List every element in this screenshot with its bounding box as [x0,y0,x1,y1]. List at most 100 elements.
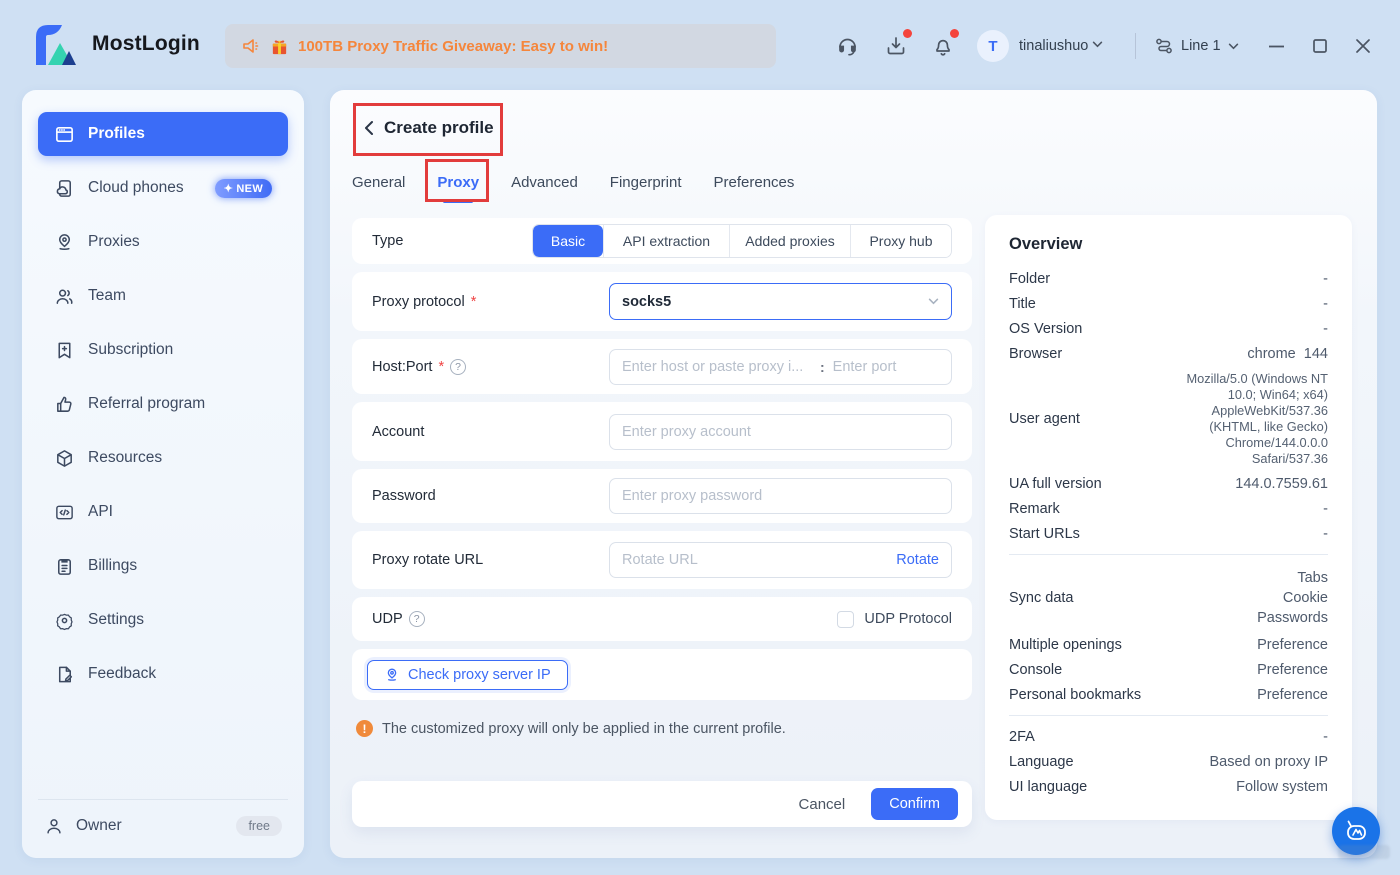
confirm-button[interactable]: Confirm [871,788,958,820]
username[interactable]: tinaliushuo [1019,38,1088,54]
title-bar: MostLogin 100TB Proxy Traffic Giveaway: … [0,0,1400,92]
rotate-action-link[interactable]: Rotate [896,552,939,568]
warning-icon: ! [356,720,373,737]
type-option-api-extraction[interactable]: API extraction [603,225,729,257]
sidebar-item-billings[interactable]: Billings [38,544,288,588]
sidebar-item-label: Cloud phones [88,179,184,197]
sidebar-item-subscription[interactable]: Subscription [38,328,288,372]
sidebar-item-label: Subscription [88,341,173,359]
speaker-icon [241,36,261,56]
line-chevron-down-icon [1228,43,1239,50]
host-port-help-icon[interactable]: ? [450,359,466,375]
sidebar-item-label: Resources [88,449,162,467]
required-asterisk: * [438,359,444,375]
close-button[interactable] [1353,36,1373,56]
host-input[interactable] [622,359,812,375]
overview-divider [1009,554,1328,555]
overview-row-multiple-openings: Multiple openings Preference [1009,632,1328,657]
sidebar-item-team[interactable]: Team [38,274,288,318]
udp-row: UDP ? UDP Protocol [352,597,972,641]
host-port-label: Host:Port * ? [372,359,466,375]
line-selector[interactable]: Line 1 [1154,36,1239,56]
mostlogin-logo [28,19,82,73]
sidebar-item-label: Billings [88,557,137,575]
promo-banner-text: 100TB Proxy Traffic Giveaway: Easy to wi… [298,38,608,55]
proxy-protocol-select[interactable]: socks5 [609,283,952,320]
form-footer: Cancel Confirm [352,781,972,827]
sidebar-item-proxies[interactable]: Proxies [38,220,288,264]
password-input[interactable] [622,488,939,504]
robot-assistant-icon [1343,818,1369,844]
rotate-url-input[interactable] [622,552,896,568]
proxy-rotate-url-row: Proxy rotate URL Rotate [352,531,972,589]
owner-person-icon [44,816,64,836]
promo-banner[interactable]: 100TB Proxy Traffic Giveaway: Easy to wi… [225,24,776,68]
type-option-basic[interactable]: Basic [533,225,603,257]
sidebar-item-cloud-phones[interactable]: Cloud phones ✦ NEW [38,166,288,210]
sidebar-item-settings[interactable]: Settings [38,598,288,642]
rotate-url-inputbox: Rotate [609,542,952,578]
proxy-type-segmented-control: Basic API extraction Added proxies Proxy… [532,224,952,258]
sidebar-footer: Owner free [38,799,288,840]
settings-gear-icon [54,610,75,631]
new-badge: ✦ NEW [215,179,272,198]
tab-advanced[interactable]: Advanced [511,168,578,205]
proxies-pin-icon [54,232,75,253]
overview-divider [1009,715,1328,716]
overview-row-start-urls: Start URLs - [1009,521,1328,546]
sidebar-item-api[interactable]: API [38,490,288,534]
support-headset-icon[interactable] [833,32,861,60]
line-selector-label: Line 1 [1181,38,1221,54]
profiles-window-icon [54,124,75,145]
sidebar-item-label: Settings [88,611,144,629]
overview-row-remark: Remark - [1009,496,1328,521]
minimize-button[interactable] [1266,36,1286,56]
udp-label: UDP ? [372,611,425,627]
proxy-protocol-value: socks5 [622,294,671,310]
sidebar-item-referral-program[interactable]: Referral program [38,382,288,426]
check-proxy-row: Check proxy server IP [352,649,972,700]
overview-row-sync-data: Sync data Tabs Cookie Passwords [1009,563,1328,632]
owner-label: Owner [76,817,122,835]
sidebar: Profiles Cloud phones ✦ NEW Proxies Team [22,90,304,858]
type-option-proxy-hub[interactable]: Proxy hub [850,225,951,257]
tab-proxy[interactable]: Proxy [437,168,479,205]
proxy-form: Type Basic API extraction Added proxies … [352,218,972,827]
cancel-button[interactable]: Cancel [799,796,846,813]
type-option-added-proxies[interactable]: Added proxies [729,225,850,257]
account-input[interactable] [622,424,939,440]
thumbs-up-icon [54,394,75,415]
proxy-check-pin-icon [384,667,400,683]
sidebar-item-profiles[interactable]: Profiles [38,112,288,156]
profile-tabs: General Proxy Advanced Fingerprint Prefe… [352,168,826,205]
tab-fingerprint[interactable]: Fingerprint [610,168,682,205]
avatar-initial: T [988,38,997,55]
user-menu-chevron-down-icon[interactable] [1092,41,1103,48]
back-chevron-icon[interactable] [364,120,374,136]
tab-preferences[interactable]: Preferences [714,168,795,205]
user-avatar[interactable]: T [977,30,1009,62]
tab-general[interactable]: General [352,168,405,205]
watermark [1338,845,1390,859]
sidebar-item-resources[interactable]: Resources [38,436,288,480]
password-row: Password [352,469,972,523]
app-window: MostLogin 100TB Proxy Traffic Giveaway: … [0,0,1400,875]
check-proxy-server-ip-button[interactable]: Check proxy server IP [367,660,568,690]
udp-protocol-checkbox[interactable] [837,611,854,628]
sidebar-item-feedback[interactable]: Feedback [38,652,288,696]
password-inputbox [609,478,952,514]
port-input[interactable] [833,359,928,375]
udp-help-icon[interactable]: ? [409,611,425,627]
overview-row-ui-language: UI language Follow system [1009,774,1328,799]
bell-notification-dot [950,29,959,38]
gift-icon [270,37,289,56]
sidebar-item-label: Referral program [88,395,205,413]
back-header[interactable]: Create profile [364,118,494,138]
sidebar-item-label: Feedback [88,665,156,683]
proxy-tip: ! The customized proxy will only be appl… [352,708,972,737]
download-icon[interactable] [882,32,910,60]
notifications-bell-icon[interactable] [929,32,957,60]
brand-name: MostLogin [92,32,200,56]
type-label: Type [372,233,403,249]
maximize-button[interactable] [1310,36,1330,56]
